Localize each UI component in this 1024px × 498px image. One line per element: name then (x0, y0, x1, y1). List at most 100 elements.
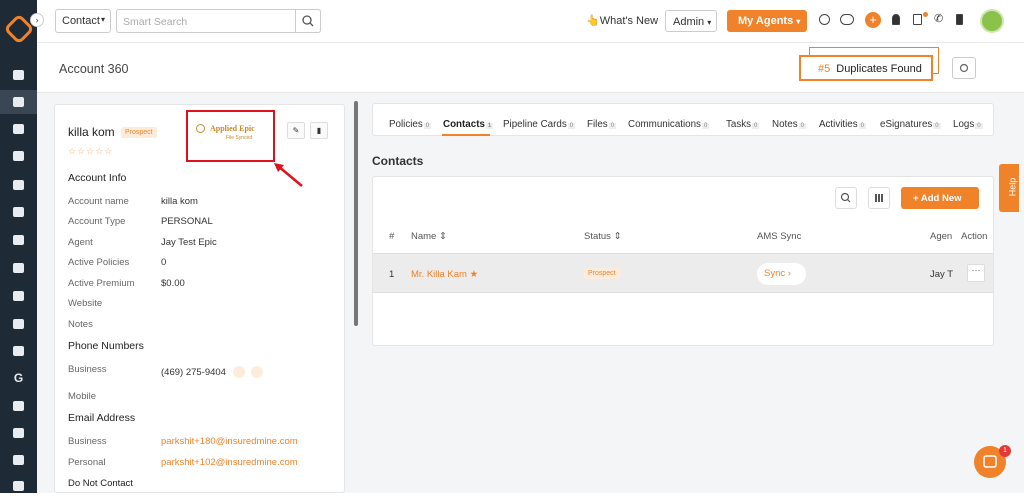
my-agents-button[interactable]: My Agents ▾ (727, 10, 807, 32)
field-label: Business (68, 436, 107, 447)
account-name: killa kom (68, 125, 115, 139)
help-label: Help (1007, 177, 1018, 197)
refresh-button[interactable] (952, 57, 976, 79)
table-search-button[interactable] (835, 187, 857, 209)
sync-icon[interactable] (819, 14, 830, 25)
collapse-sidebar-button[interactable]: › (30, 13, 44, 27)
tab-logs[interactable]: Logs 0 (953, 119, 983, 130)
column-header-name[interactable]: Name ⇕ (411, 231, 447, 242)
field-label: Personal (68, 457, 106, 468)
tab-notes[interactable]: Notes 0 (772, 119, 806, 130)
admin-select[interactable]: Admin ▾ (665, 10, 717, 32)
mail-icon[interactable] (0, 448, 37, 472)
status-badge: Prospect (121, 127, 157, 138)
status-badge: Prospect (584, 268, 620, 279)
id-card-icon[interactable] (0, 200, 37, 224)
applied-epic-logo: Applied Epic File Synced (186, 110, 275, 162)
megaphone-icon[interactable] (0, 256, 37, 280)
funnel-icon[interactable] (0, 228, 37, 252)
calendar-grid-icon[interactable] (0, 394, 37, 418)
document-icon[interactable] (0, 284, 37, 308)
calendar-icon[interactable] (0, 421, 37, 445)
search-type-select[interactable]: Contact ▾ (55, 9, 111, 33)
policies-icon[interactable] (0, 117, 37, 141)
folder-icon[interactable] (0, 339, 37, 363)
help-tab[interactable]: Help (999, 164, 1019, 212)
tab-files[interactable]: Files 0 (587, 119, 617, 130)
tab-count: 0 (567, 123, 576, 129)
field-label: Active Policies (68, 257, 130, 268)
phone-numbers-heading: Phone Numbers (68, 340, 144, 352)
columns-button[interactable] (868, 187, 890, 209)
search-icon (302, 15, 314, 27)
logout-icon[interactable] (913, 14, 922, 25)
account-info-heading: Account Info (68, 172, 127, 184)
google-icon[interactable]: G (0, 366, 37, 390)
phone-icon[interactable]: ✆ (934, 12, 945, 25)
contact-name-link[interactable]: Mr. Killa Kam ★ (411, 269, 478, 280)
email-link[interactable]: parkshit+102@insuredmine.com (161, 457, 298, 468)
tab-contacts[interactable]: Contacts 1 (443, 119, 494, 130)
sync-button[interactable]: Sync › (757, 263, 806, 285)
add-icon[interactable]: + (865, 12, 881, 28)
table-row[interactable]: 1 Mr. Killa Kam ★ Prospect Sync › Jay T … (373, 253, 993, 293)
email-link[interactable]: parkshit+180@insuredmine.com (161, 436, 298, 447)
field-value: PERSONAL (161, 216, 213, 227)
tab-count: 1 (485, 123, 494, 129)
email-address-heading: Email Address (68, 412, 136, 424)
tabs-bar: Policies 0 Contacts 1 Pipeline Cards 0 File… (372, 103, 994, 136)
bank-icon[interactable] (0, 144, 37, 168)
tab-label: Files (587, 119, 608, 130)
notification-dot (923, 12, 928, 17)
whats-new-link[interactable]: 👆What's New (586, 14, 658, 27)
annotation-arrow (274, 163, 303, 187)
tab-esignatures[interactable]: eSignatures 0 (880, 119, 941, 130)
field-label: Website (68, 298, 103, 309)
search-button[interactable] (295, 9, 321, 33)
tab-count: 0 (701, 123, 710, 129)
dashboard-icon[interactable] (0, 63, 37, 87)
phone-value: (469) 275-9404 (161, 367, 226, 378)
cloud-icon[interactable] (840, 14, 854, 25)
column-header: Agen (930, 231, 953, 242)
chat-badge: 1 (999, 445, 1011, 457)
tab-count: 0 (975, 123, 983, 129)
ams-logo-title: Applied Epic (210, 124, 255, 133)
row-actions-button[interactable]: ··· (967, 264, 985, 282)
tab-label: Notes (772, 119, 798, 130)
column-header-status[interactable]: Status ⇕ (584, 231, 622, 242)
calculator-icon[interactable] (956, 14, 963, 25)
scrollbar[interactable] (354, 101, 358, 326)
avatar[interactable] (980, 9, 1004, 33)
tab-label: Tasks (726, 119, 752, 130)
edit-button[interactable]: ✎ (287, 122, 305, 139)
contacts-table-card: + Add New # Name ⇕ Status ⇕ AMS Sync Age… (372, 176, 994, 346)
delete-button[interactable]: ▮ (310, 122, 328, 139)
sync-circle-icon (196, 124, 205, 133)
tab-label: Logs (953, 119, 975, 130)
contacts-icon[interactable] (0, 90, 37, 114)
list-icon[interactable] (0, 173, 37, 197)
field-value: Jay Test Epic (161, 237, 217, 248)
bell-icon[interactable] (892, 14, 900, 25)
tab-policies[interactable]: Policies 0 (389, 119, 432, 130)
message-icon[interactable] (251, 366, 263, 378)
column-header: AMS Sync (757, 231, 802, 242)
duplicates-found-button[interactable]: #5 Duplicates Found (799, 55, 933, 81)
chart-icon[interactable] (0, 312, 37, 336)
page-header: Account 360 #5 Duplicates Found (37, 43, 1024, 93)
search-input[interactable]: Smart Search (116, 9, 321, 33)
tab-communications[interactable]: Communications 0 (628, 119, 710, 130)
tab-pipeline-cards[interactable]: Pipeline Cards 0 (503, 119, 576, 130)
add-new-button[interactable]: + Add New (901, 187, 979, 209)
tab-count: 0 (933, 123, 941, 129)
search-type-value: Contact (62, 15, 100, 27)
rating-stars[interactable]: ☆☆☆☆☆ (68, 146, 113, 157)
call-icon[interactable] (233, 366, 245, 378)
field-label: Agent (68, 237, 93, 248)
field-label: Business (68, 364, 107, 375)
sign-icon[interactable] (0, 474, 37, 498)
tab-tasks[interactable]: Tasks 0 (726, 119, 760, 130)
columns-icon (875, 194, 883, 202)
tab-activities[interactable]: Activities 0 (819, 119, 866, 130)
